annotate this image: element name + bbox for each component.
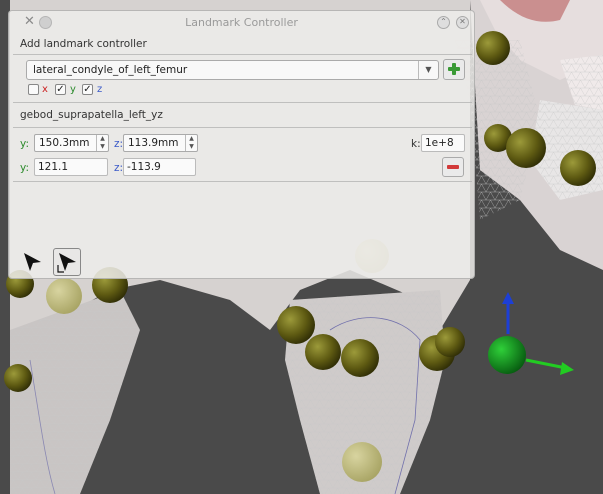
y-position-value: 121.1 bbox=[38, 161, 69, 173]
add-landmark-label: Add landmark controller bbox=[20, 38, 147, 50]
local-cursor-icon bbox=[57, 253, 76, 273]
divider bbox=[13, 102, 472, 103]
y-value-spinbox[interactable]: 150.3mm ▲ ▼ bbox=[34, 134, 109, 152]
controller-name: gebod_suprapatella_left_yz bbox=[20, 109, 163, 121]
y-position-field[interactable]: 121.1 bbox=[34, 158, 108, 176]
y-spin-label: y: bbox=[20, 138, 29, 150]
landmark-select[interactable]: lateral_condyle_of_left_femur ▼ bbox=[26, 60, 439, 80]
x-axis-label: x bbox=[42, 84, 48, 95]
z-spin-label: z: bbox=[114, 138, 124, 150]
add-landmark-button[interactable] bbox=[443, 59, 465, 80]
y-spin-value: 150.3mm bbox=[39, 137, 90, 149]
k-value: 1e+8 bbox=[425, 137, 454, 149]
spin-arrows-icon[interactable]: ▲ ▼ bbox=[185, 135, 197, 151]
select-mode-button[interactable] bbox=[19, 248, 47, 276]
z-spin-value: 113.9mm bbox=[128, 137, 179, 149]
divider bbox=[13, 181, 472, 182]
y-axis-checkbox[interactable]: ✓ bbox=[55, 84, 66, 95]
landmark-select-value: lateral_condyle_of_left_femur bbox=[33, 64, 188, 76]
add-icon bbox=[448, 63, 460, 75]
z-axis-label: z bbox=[97, 84, 103, 95]
remove-controller-button[interactable] bbox=[442, 157, 464, 177]
z-position-label: z: bbox=[114, 162, 124, 174]
dropdown-arrow-icon[interactable]: ▼ bbox=[418, 61, 438, 79]
close-icon[interactable]: ✕ bbox=[456, 16, 469, 29]
z-value-spinbox[interactable]: 113.9mm ▲ ▼ bbox=[123, 134, 198, 152]
divider bbox=[13, 54, 472, 55]
gizmo-center-handle bbox=[488, 336, 526, 374]
x-axis-checkbox[interactable] bbox=[28, 84, 39, 95]
title-bar[interactable]: ✕ Landmark Controller ⌃ ✕ bbox=[9, 11, 474, 35]
remove-icon bbox=[447, 165, 459, 169]
landmark-controller-dialog: ✕ Landmark Controller ⌃ ✕ Add landmark c… bbox=[8, 10, 475, 279]
divider bbox=[13, 127, 472, 128]
k-field[interactable]: 1e+8 bbox=[421, 134, 465, 152]
y-axis-label: y bbox=[70, 84, 76, 95]
maximize-icon[interactable]: ⌃ bbox=[437, 16, 450, 29]
local-mode-button[interactable] bbox=[53, 248, 81, 276]
z-axis-checkbox[interactable]: ✓ bbox=[82, 84, 93, 95]
z-position-field[interactable]: -113.9 bbox=[123, 158, 196, 176]
spin-arrows-icon[interactable]: ▲ ▼ bbox=[96, 135, 108, 151]
select-cursor-icon bbox=[24, 253, 41, 271]
y-position-label: y: bbox=[20, 162, 29, 174]
z-position-value: -113.9 bbox=[127, 161, 161, 173]
window-title: Landmark Controller bbox=[185, 16, 298, 29]
k-label: k: bbox=[411, 138, 421, 150]
